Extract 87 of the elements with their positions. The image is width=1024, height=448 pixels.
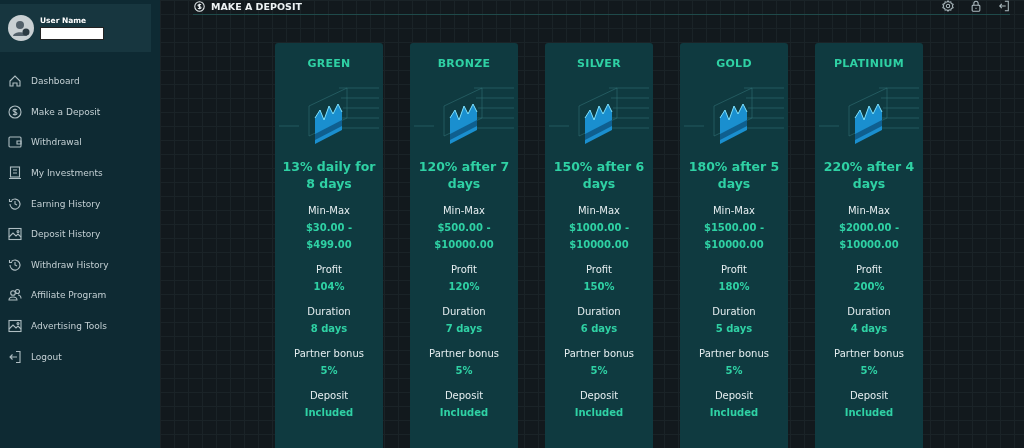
plan-detail-label: Min-Max (443, 204, 485, 218)
dollar-icon (8, 104, 22, 119)
plan-detail-label: Partner bonus (834, 347, 904, 361)
sidebar-item[interactable]: Affiliate Program (8, 280, 160, 311)
image-icon (8, 319, 22, 334)
lock-icon[interactable] (970, 0, 982, 12)
settings-icon[interactable] (942, 0, 954, 12)
clock-icon (8, 257, 22, 272)
sidebar-item[interactable]: Deposit History (8, 218, 160, 250)
plan-detail-value: Included (438, 406, 490, 420)
plan-name: GREEN (307, 57, 351, 70)
sidebar-item[interactable]: My Investments (8, 157, 160, 189)
plan-detail-label: Profit (315, 263, 343, 277)
home-icon (8, 74, 22, 89)
plan-detail-label: Profit (450, 263, 478, 277)
logout-icon (8, 349, 22, 364)
plan-detail-label: Min-Max (713, 204, 755, 218)
dollar-icon (194, 0, 205, 12)
plan-detail-label: Partner bonus (564, 347, 634, 361)
plan-detail-label: Deposit (444, 389, 484, 403)
plan-detail-value: 4 days (849, 322, 889, 336)
plan-detail-value: $2000.00 - $10000.00 (837, 221, 901, 252)
plan-detail-label: Partner bonus (294, 347, 364, 361)
plan-detail-value: 6 days (579, 322, 619, 336)
plan-detail-value: 8 days (309, 322, 349, 336)
redacted-block (40, 27, 104, 40)
plan-detail-value: 180% (717, 280, 751, 294)
plan-detail-value: 7 days (444, 322, 484, 336)
plan-detail-label: Duration (442, 305, 486, 319)
plan-headline: 120% after 7 days (417, 158, 511, 192)
plan-detail-label: Profit (585, 263, 613, 277)
plan-detail-label: Deposit (714, 389, 754, 403)
plan-detail-value: Included (843, 406, 895, 420)
logout-icon[interactable] (998, 0, 1010, 12)
plan-detail-value: $30.00 - $499.00 (304, 221, 354, 252)
doc-icon (8, 166, 22, 181)
plan-name: SILVER (577, 57, 621, 70)
plan-headline: 220% after 4 days (822, 158, 916, 192)
plan-detail-value: 150% (582, 280, 616, 294)
wallet-icon (8, 135, 22, 150)
plan-detail-label: Profit (720, 263, 748, 277)
avatar-icon (8, 15, 34, 41)
page-title: MAKE A DEPOSIT (211, 0, 302, 12)
sidebar-item[interactable]: Withdraw History (8, 249, 160, 281)
image-icon (8, 227, 22, 242)
sidebar-item[interactable]: Advertising Tools (8, 310, 160, 342)
plan-detail-label: Duration (307, 305, 351, 319)
plan-detail-label: Min-Max (578, 204, 620, 218)
sidebar-item[interactable]: Make a Deposit (8, 96, 160, 128)
plan-detail-value: 5 days (714, 322, 754, 336)
plan-detail-value: 120% (447, 280, 481, 294)
plan-detail-value: 5% (454, 364, 474, 378)
sidebar-item[interactable]: Withdrawal (8, 127, 160, 158)
sidebar-item[interactable]: Earning History (8, 188, 160, 219)
plan-detail-value: $1500.00 - $10000.00 (702, 221, 766, 252)
plan-name: PLATINIUM (833, 57, 905, 70)
plan-detail-value: 5% (589, 364, 609, 378)
plan-detail-label: Duration (847, 305, 891, 319)
plan-detail-value: 104% (312, 280, 346, 294)
sidebar-item[interactable]: Logout (8, 341, 160, 372)
plan-detail-label: Partner bonus (429, 347, 499, 361)
sidebar-item[interactable]: Dashboard (8, 66, 160, 97)
plan-headline: 180% after 5 days (687, 158, 781, 192)
plan-detail-label: Deposit (309, 389, 349, 403)
plan-detail-value: 5% (319, 364, 339, 378)
clock-icon (8, 196, 22, 211)
plan-detail-label: Deposit (849, 389, 889, 403)
plan-headline: 13% daily for 8 days (281, 158, 377, 192)
plan-detail-value: 5% (724, 364, 744, 378)
plan-name: BRONZE (437, 57, 491, 70)
plan-detail-value: 5% (859, 364, 879, 378)
plan-headline: 150% after 6 days (552, 158, 646, 192)
people-icon (8, 288, 22, 303)
plan-detail-label: Min-Max (848, 204, 890, 218)
plan-detail-label: Deposit (579, 389, 619, 403)
plan-detail-label: Profit (855, 263, 883, 277)
plan-detail-value: Included (573, 406, 625, 420)
plan-detail-value: Included (303, 406, 355, 420)
plan-detail-value: 200% (852, 280, 886, 294)
plan-detail-value: $500.00 - $10000.00 (433, 221, 495, 252)
plan-name: GOLD (716, 57, 752, 70)
plan-detail-label: Duration (712, 305, 756, 319)
plan-detail-label: Partner bonus (699, 347, 769, 361)
plan-detail-value: Included (708, 406, 760, 420)
plan-detail-value: $1000.00 - $10000.00 (567, 221, 631, 252)
plan-detail-label: Min-Max (308, 204, 350, 218)
plan-detail-label: Duration (577, 305, 621, 319)
